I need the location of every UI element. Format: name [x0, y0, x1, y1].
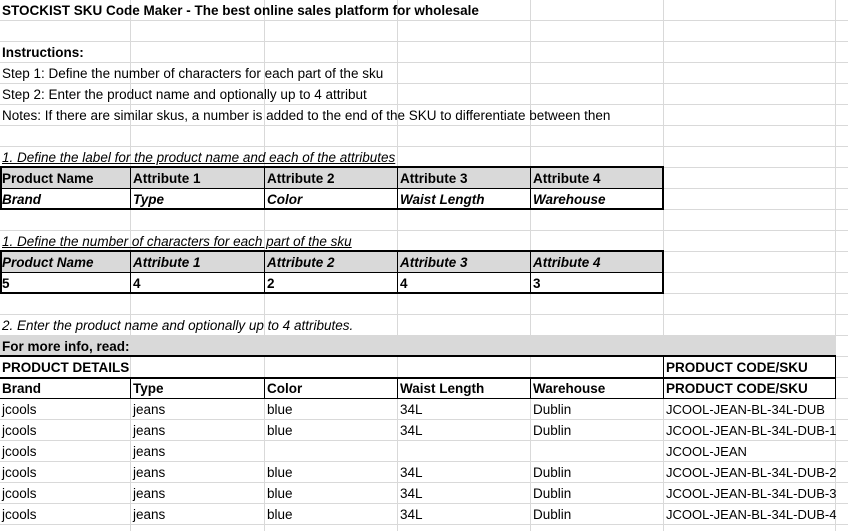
- entry-section-heading: 2. Enter the product name and optionally…: [2, 318, 354, 333]
- cell-waist-length[interactable]: [398, 441, 530, 462]
- cell-color[interactable]: [265, 441, 397, 462]
- cell-color[interactable]: blue: [265, 399, 397, 420]
- cell-product-code[interactable]: JCOOL-JEAN-BL-34L-DUB-1: [664, 420, 837, 441]
- cell-brand[interactable]: jcools: [0, 504, 130, 525]
- cell-product-code[interactable]: JCOOL-JEAN-BL-34L-DUB-4: [664, 504, 837, 525]
- cell-brand[interactable]: jcools: [0, 462, 130, 483]
- cell-color[interactable]: blue: [265, 420, 397, 441]
- product-details-label: PRODUCT DETAILS: [2, 360, 130, 375]
- instruction-notes: Notes: If there are similar skus, a numb…: [2, 108, 611, 123]
- cell-warehouse[interactable]: Dublin: [531, 462, 663, 483]
- column-header-waist-length: Waist Length: [400, 381, 485, 396]
- cell-waist-length[interactable]: 34L: [398, 399, 530, 420]
- column-header-brand: Brand: [2, 381, 42, 396]
- more-info-label: For more info, read:: [2, 339, 130, 354]
- cell-color[interactable]: blue: [265, 483, 397, 504]
- chars-section-heading: 1. Define the number of characters for e…: [2, 234, 352, 249]
- page-title: STOCKIST SKU Code Maker - The best onlin…: [2, 3, 479, 18]
- cell-color[interactable]: blue: [265, 504, 397, 525]
- cell-waist-length[interactable]: 34L: [398, 462, 530, 483]
- cell-type[interactable]: jeans: [131, 420, 264, 441]
- cell-warehouse[interactable]: Dublin: [531, 399, 663, 420]
- cell-product-code[interactable]: JCOOL-JEAN-BL-34L-DUB-3: [664, 483, 837, 504]
- cell-brand[interactable]: jcools: [0, 483, 130, 504]
- column-header-product-code: PRODUCT CODE/SKU: [666, 381, 808, 396]
- cell-type[interactable]: jeans: [131, 441, 264, 462]
- column-header-type: Type: [133, 381, 164, 396]
- cell-warehouse[interactable]: Dublin: [531, 504, 663, 525]
- instruction-step-1: Step 1: Define the number of characters …: [2, 66, 384, 81]
- instructions-heading: Instructions:: [2, 45, 84, 60]
- cell-warehouse[interactable]: Dublin: [531, 483, 663, 504]
- cell-type[interactable]: jeans: [131, 483, 264, 504]
- column-header-warehouse: Warehouse: [533, 381, 606, 396]
- cell-type[interactable]: jeans: [131, 399, 264, 420]
- product-code-label: PRODUCT CODE/SKU: [666, 360, 808, 375]
- cell-type[interactable]: jeans: [131, 504, 264, 525]
- instruction-step-2: Step 2: Enter the product name and optio…: [2, 87, 367, 102]
- cell-product-code[interactable]: JCOOL-JEAN-BL-34L-DUB: [664, 399, 836, 420]
- cell-waist-length[interactable]: 34L: [398, 483, 530, 504]
- cell-waist-length[interactable]: 34L: [398, 504, 530, 525]
- cell-type[interactable]: jeans: [131, 462, 264, 483]
- cell-product-code[interactable]: JCOOL-JEAN-BL-34L-DUB-2: [664, 462, 837, 483]
- cell-brand[interactable]: jcools: [0, 399, 130, 420]
- cell-brand[interactable]: jcools: [0, 420, 130, 441]
- column-header-color: Color: [267, 381, 303, 396]
- spreadsheet: STOCKIST SKU Code Maker - The best onlin…: [0, 0, 848, 531]
- labels-section-heading: 1. Define the label for the product name…: [2, 150, 396, 165]
- cell-product-code[interactable]: JCOOL-JEAN: [664, 441, 836, 462]
- cell-brand[interactable]: jcools: [0, 441, 130, 462]
- cell-waist-length[interactable]: 34L: [398, 420, 530, 441]
- cell-warehouse[interactable]: Dublin: [531, 420, 663, 441]
- cell-color[interactable]: blue: [265, 462, 397, 483]
- cell-warehouse[interactable]: [531, 441, 663, 462]
